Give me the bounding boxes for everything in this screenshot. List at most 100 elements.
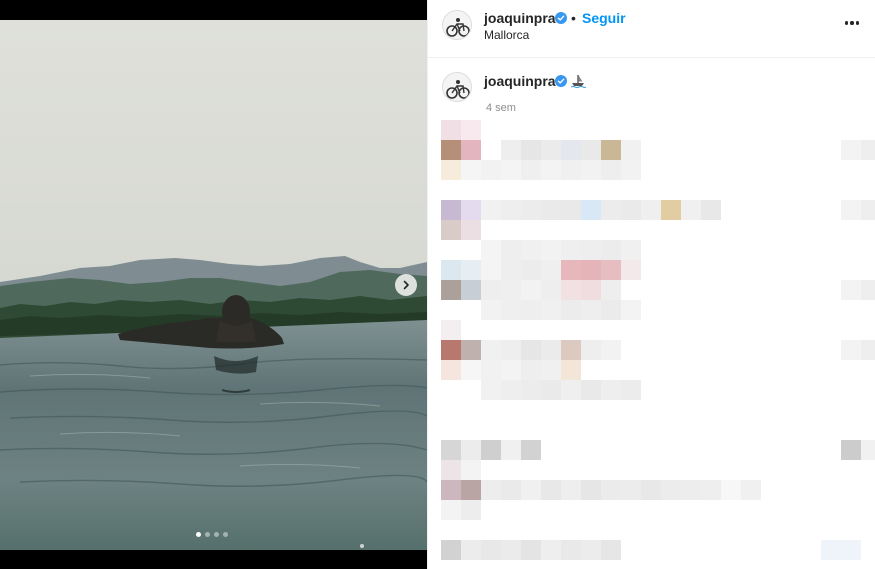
pixelated-comment-tile bbox=[701, 480, 721, 500]
pixelated-comment-tile bbox=[461, 540, 481, 560]
media-viewer bbox=[0, 0, 427, 569]
pixelated-comment-tile bbox=[561, 340, 581, 360]
pixelated-comment-tile bbox=[541, 260, 561, 280]
pixelated-comment-tile bbox=[561, 300, 581, 320]
pixelated-comment-tile bbox=[521, 200, 541, 220]
pixelated-comment-tile bbox=[581, 380, 601, 400]
post-age: 4 sem bbox=[486, 102, 516, 114]
pixelated-comment-tile bbox=[621, 160, 641, 180]
pixelated-comment-tile bbox=[621, 480, 641, 500]
more-horizontal-icon bbox=[844, 21, 849, 25]
pixelated-comment-tile bbox=[481, 240, 501, 260]
pixelated-comment-tile bbox=[521, 340, 541, 360]
pixelated-comment-tile bbox=[541, 340, 561, 360]
pixelated-comment-tile bbox=[541, 480, 561, 500]
follow-button[interactable]: Seguir bbox=[582, 10, 626, 26]
pixelated-comment-tile bbox=[481, 280, 501, 300]
verified-badge-icon bbox=[555, 75, 567, 87]
pixelated-comment-tile bbox=[461, 200, 481, 220]
pixelated-comment-tile bbox=[461, 360, 481, 380]
pixelated-comment-tile bbox=[441, 440, 461, 460]
pixelated-comment-tile bbox=[841, 540, 861, 560]
pixelated-comment-tile bbox=[501, 240, 521, 260]
pixelated-comment-tile bbox=[441, 260, 461, 280]
avatar[interactable] bbox=[442, 72, 472, 102]
pixelated-comment-tile bbox=[561, 280, 581, 300]
pixelated-comment-tile bbox=[861, 200, 875, 220]
pixelated-comment-tile bbox=[441, 480, 461, 500]
pixelated-comment-tile bbox=[441, 280, 461, 300]
pixelated-comment-tile bbox=[481, 360, 501, 380]
pixelated-comment-tile bbox=[601, 240, 621, 260]
pixelated-comment-tile bbox=[521, 360, 541, 380]
pixelated-comment-tile bbox=[581, 200, 601, 220]
avatar[interactable] bbox=[442, 10, 472, 40]
pixelated-comment-tile bbox=[481, 260, 501, 280]
pixelated-comment-tile bbox=[441, 140, 461, 160]
pixelated-comment-tile bbox=[601, 140, 621, 160]
pixelated-comment-tile bbox=[561, 540, 581, 560]
pixelated-comment-tile bbox=[581, 540, 601, 560]
pixelated-comment-tile bbox=[521, 300, 541, 320]
post-photo[interactable] bbox=[0, 20, 427, 550]
pixelated-comment-tile bbox=[581, 260, 601, 280]
follow-separator: • bbox=[571, 10, 576, 26]
media-corner-mark bbox=[360, 544, 364, 548]
pixelated-comment-tile bbox=[641, 480, 661, 500]
pixelated-comment-tile bbox=[561, 140, 581, 160]
pixelated-comment-tile bbox=[481, 200, 501, 220]
pixelated-comment-tile bbox=[501, 260, 521, 280]
pixelated-comment-tile bbox=[661, 480, 681, 500]
pixelated-comment-tile bbox=[841, 200, 861, 220]
pixelated-comment-tile bbox=[441, 120, 461, 140]
more-options-button[interactable] bbox=[842, 16, 862, 30]
pixelated-comment-tile bbox=[521, 260, 541, 280]
pixelated-comment-tile bbox=[461, 440, 481, 460]
pixelated-comment-tile bbox=[841, 440, 861, 460]
pixelated-comment-tile bbox=[581, 160, 601, 180]
pixelated-comment-tile bbox=[581, 140, 601, 160]
pixelated-comment-tile bbox=[481, 300, 501, 320]
pixelated-comment-tile bbox=[481, 380, 501, 400]
pixelated-comment-tile bbox=[461, 480, 481, 500]
post-username[interactable]: joaquinprat bbox=[484, 10, 560, 26]
pixelated-comment-tile bbox=[541, 240, 561, 260]
pixelated-comment-tile bbox=[521, 240, 541, 260]
pixelated-comment-tile bbox=[521, 160, 541, 180]
pixelated-comment-tile bbox=[481, 160, 501, 180]
pixelated-comment-tile bbox=[581, 340, 601, 360]
pixelated-comment-tile bbox=[501, 360, 521, 380]
post-location[interactable]: Mallorca bbox=[484, 28, 529, 42]
pixelated-comment-tile bbox=[541, 160, 561, 180]
pixelated-comment-tile bbox=[741, 480, 761, 500]
pixelated-comment-tile bbox=[601, 200, 621, 220]
next-slide-button[interactable] bbox=[395, 274, 417, 296]
pixelated-comment-tile bbox=[541, 280, 561, 300]
pixelated-comment-tile bbox=[441, 320, 461, 340]
pixelated-comment-tile bbox=[541, 360, 561, 380]
pixelated-comment-tile bbox=[621, 380, 641, 400]
pixelated-comment-tile bbox=[541, 540, 561, 560]
pixelated-comment-tile bbox=[441, 500, 461, 520]
slide-indicator bbox=[196, 532, 228, 537]
comments-list-pixelated bbox=[441, 120, 875, 569]
pixelated-comment-tile bbox=[721, 480, 741, 500]
pixelated-comment-tile bbox=[441, 460, 461, 480]
pixelated-comment-tile bbox=[501, 300, 521, 320]
pixelated-comment-tile bbox=[501, 380, 521, 400]
pixelated-comment-tile bbox=[581, 280, 601, 300]
pixelated-comment-tile bbox=[601, 480, 621, 500]
pixelated-comment-tile bbox=[581, 480, 601, 500]
pixelated-comment-tile bbox=[501, 140, 521, 160]
pixelated-comment-tile bbox=[621, 260, 641, 280]
pixelated-comment-tile bbox=[621, 240, 641, 260]
pixelated-comment-tile bbox=[601, 340, 621, 360]
verified-badge-icon bbox=[555, 12, 567, 24]
pixelated-comment-tile bbox=[521, 140, 541, 160]
caption-username[interactable]: joaquinprat bbox=[484, 73, 560, 89]
pixelated-comment-tile bbox=[461, 340, 481, 360]
pixelated-comment-tile bbox=[561, 380, 581, 400]
pixelated-comment-tile bbox=[541, 300, 561, 320]
pixelated-comment-tile bbox=[861, 140, 875, 160]
pixelated-comment-tile bbox=[481, 540, 501, 560]
